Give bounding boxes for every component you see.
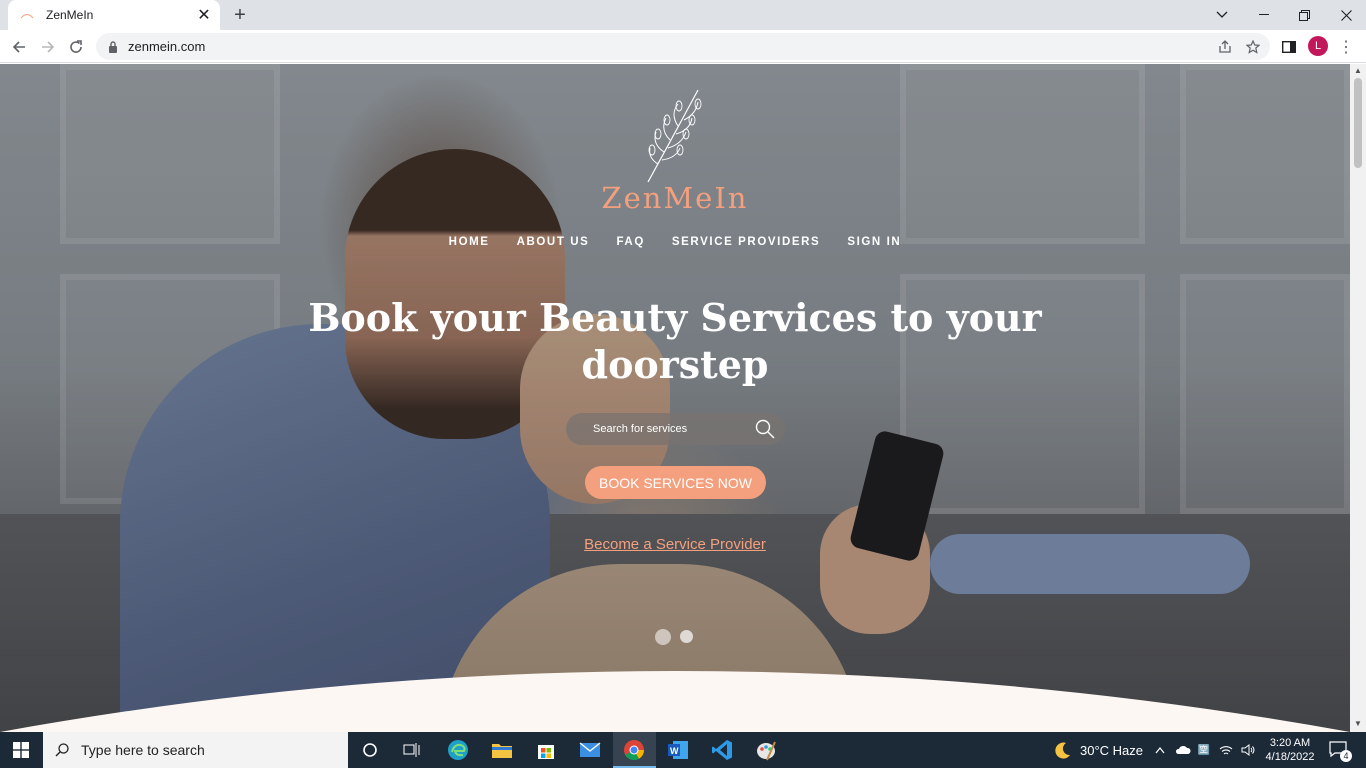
bookmark-star-icon[interactable] [1241, 35, 1265, 59]
nav-sign-in[interactable]: SIGN IN [847, 236, 901, 248]
forward-arrow-icon[interactable] [36, 35, 60, 59]
carousel-dot-1[interactable] [655, 629, 671, 645]
become-provider-link[interactable]: Become a Service Provider [584, 536, 766, 553]
book-services-button[interactable]: BOOK SERVICES NOW [585, 466, 766, 499]
browser-toolbar: zenmein.com L ⋮ [0, 30, 1366, 63]
paint-icon[interactable] [753, 737, 779, 763]
vscode-icon[interactable] [709, 737, 735, 763]
nav-service-providers[interactable]: SERVICE PROVIDERS [672, 236, 820, 248]
weather-text[interactable]: 30°C Haze [1080, 743, 1143, 758]
browser-tab-bar: ZenMeIn ✕ + [0, 0, 1366, 30]
tab-search-chevron-icon[interactable] [1210, 3, 1234, 27]
carousel-dots [655, 629, 693, 645]
nav-about-us[interactable]: ABOUT US [517, 236, 590, 248]
headline-line-1: Book your Beauty Services to your [308, 295, 1042, 340]
carousel-dot-2[interactable] [680, 630, 693, 643]
url-text: zenmein.com [128, 39, 206, 54]
browser-tab[interactable]: ZenMeIn ✕ [8, 0, 220, 30]
notification-center-icon[interactable]: 4 [1326, 737, 1352, 763]
clock-time: 3:20 AM [1269, 737, 1311, 749]
main-nav: HOME ABOUT US FAQ SERVICE PROVIDERS SIGN… [0, 236, 1350, 248]
taskbar-search-icon [55, 743, 69, 757]
notification-count-badge: 4 [1340, 750, 1352, 762]
onedrive-cloud-icon[interactable] [1172, 737, 1194, 763]
microsoft-store-icon[interactable] [533, 737, 559, 763]
language-icon[interactable]: 🈳 [1194, 737, 1214, 763]
logo-sprig-icon [647, 89, 702, 183]
cortana-icon[interactable] [357, 737, 383, 763]
nav-home[interactable]: HOME [449, 236, 490, 248]
reload-icon[interactable] [64, 35, 88, 59]
scroll-up-icon[interactable]: ▲ [1354, 67, 1362, 75]
headline-line-2: doorstep [581, 342, 769, 387]
brand-logo-text[interactable]: ZenMeIn [0, 181, 1350, 215]
word-icon[interactable]: W [665, 737, 691, 763]
volume-icon[interactable] [1238, 737, 1258, 763]
page-viewport: ZenMeIn HOME ABOUT US FAQ SERVICE PROVID… [0, 64, 1366, 732]
page-scrollbar[interactable]: ▲ ▼ [1350, 64, 1366, 732]
clock-date: 4/18/2022 [1265, 751, 1315, 763]
new-tab-icon[interactable]: + [229, 4, 251, 26]
scroll-down-icon[interactable]: ▼ [1354, 720, 1362, 728]
back-arrow-icon[interactable] [7, 35, 31, 59]
service-search-box [566, 413, 785, 445]
svg-text:W: W [670, 746, 679, 756]
close-tab-icon[interactable]: ✕ [194, 5, 214, 25]
site-favicon-icon [19, 7, 35, 23]
tab-title: ZenMeIn [46, 8, 94, 22]
hero-headline: Book your Beauty Services to your doorst… [0, 294, 1350, 388]
mail-icon[interactable] [577, 737, 603, 763]
taskbar-search-placeholder: Type here to search [81, 742, 205, 758]
scroll-thumb[interactable] [1354, 78, 1362, 168]
task-view-icon[interactable] [399, 737, 425, 763]
service-search-input[interactable] [593, 423, 753, 435]
taskbar-search-box[interactable]: Type here to search [43, 732, 348, 768]
wifi-icon[interactable] [1216, 737, 1236, 763]
search-icon[interactable] [751, 415, 779, 443]
profile-avatar[interactable]: L [1308, 36, 1328, 56]
hero-bottom-curve [0, 671, 1350, 732]
edge-browser-icon[interactable] [445, 737, 471, 763]
windows-taskbar: Type here to search W 30°C Haze 🈳 3:20 A… [0, 732, 1366, 768]
windows-start-icon[interactable] [13, 742, 29, 758]
close-window-icon[interactable] [1334, 3, 1358, 27]
chrome-icon[interactable] [621, 737, 647, 763]
share-icon[interactable] [1213, 35, 1237, 59]
nav-faq[interactable]: FAQ [616, 236, 644, 248]
file-explorer-icon[interactable] [489, 737, 515, 763]
minimize-icon[interactable] [1252, 3, 1276, 27]
hero-section: ZenMeIn HOME ABOUT US FAQ SERVICE PROVID… [0, 64, 1350, 732]
taskbar-clock[interactable]: 3:20 AM 4/18/2022 [1262, 736, 1318, 764]
tray-chevron-up-icon[interactable] [1150, 737, 1170, 763]
provider-link-wrap: Become a Service Provider [0, 536, 1350, 554]
weather-moon-icon[interactable] [1050, 737, 1076, 763]
lock-icon[interactable] [108, 40, 120, 54]
restore-icon[interactable] [1292, 3, 1316, 27]
browser-menu-icon[interactable]: ⋮ [1338, 37, 1354, 57]
address-bar[interactable]: zenmein.com [96, 33, 1270, 60]
side-panel-icon[interactable] [1277, 35, 1301, 59]
